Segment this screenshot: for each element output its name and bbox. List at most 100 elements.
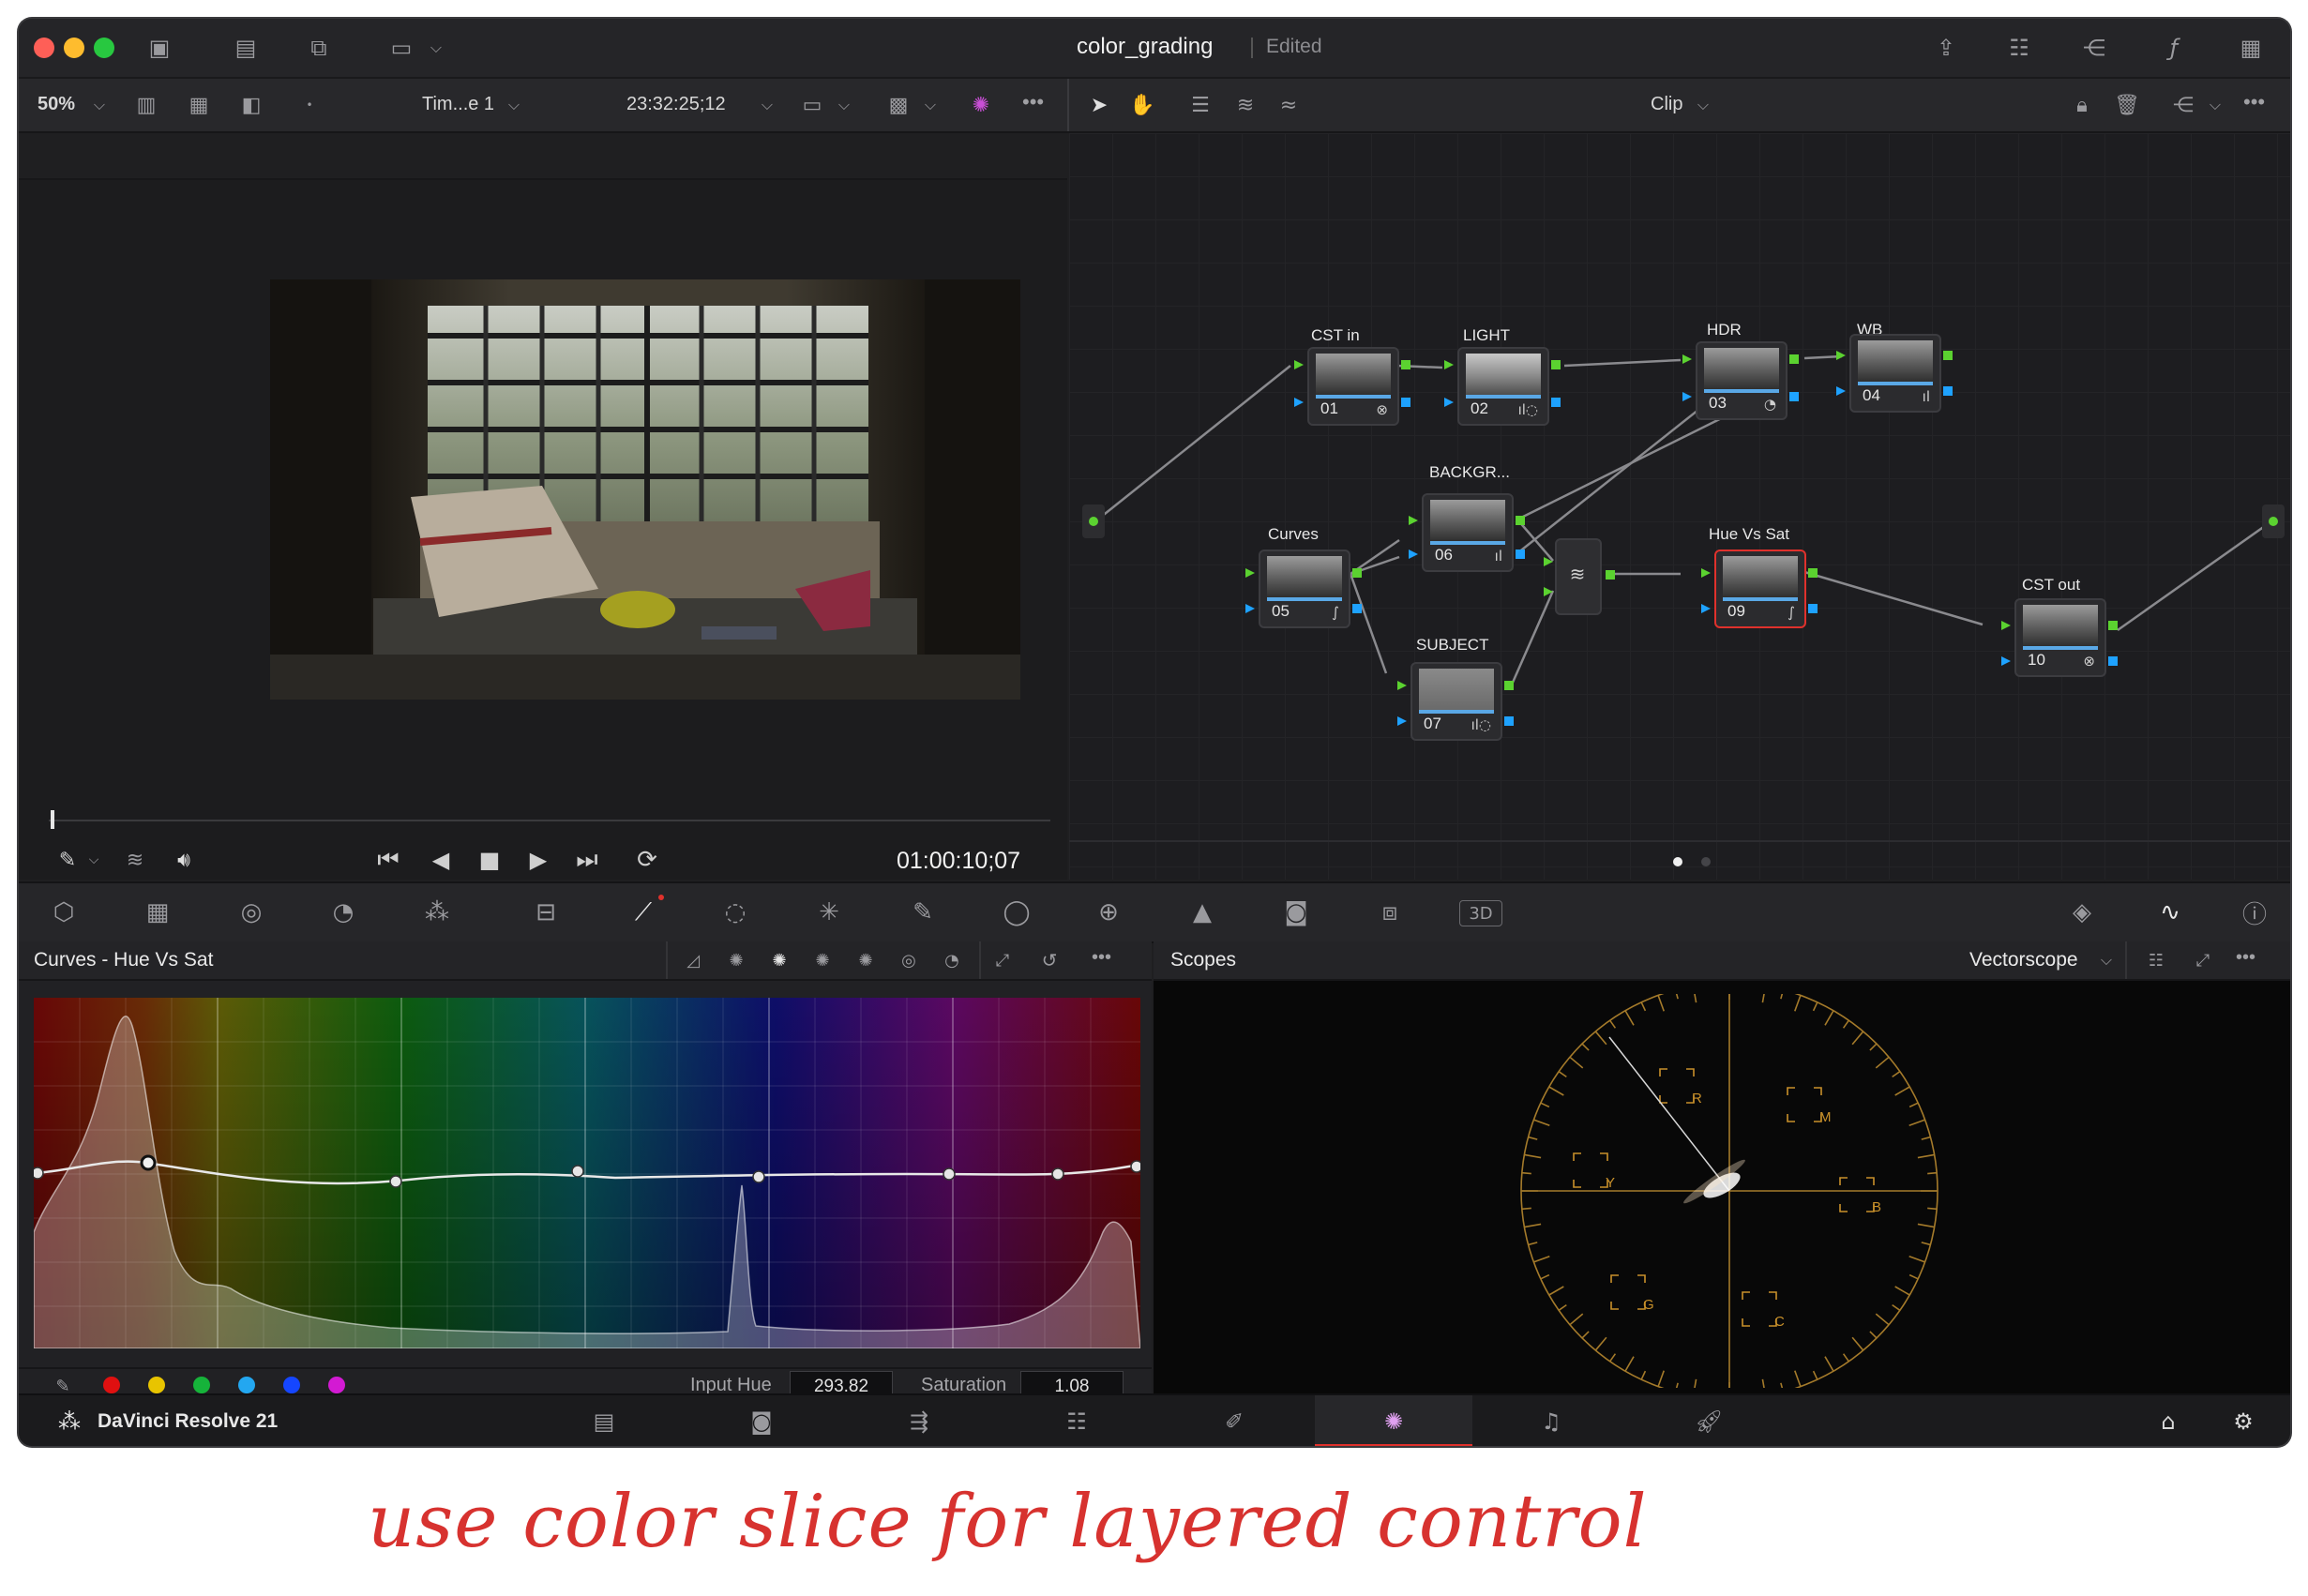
keyframes-diamond-icon[interactable]: ◈	[2061, 895, 2103, 930]
wipe-icon[interactable]: ◧	[234, 90, 268, 120]
node-key-output-pin[interactable]	[2108, 656, 2118, 666]
lock-icon[interactable]: 🔒︎	[2065, 90, 2099, 120]
media-pool-icon[interactable]: ▣	[141, 32, 178, 64]
node-curves[interactable]: 05 ∫	[1259, 550, 1350, 628]
timeline-name[interactable]: Tim...e 1	[422, 94, 494, 115]
node-output-pin[interactable]	[2108, 621, 2118, 630]
node-wb[interactable]: 04 ıl	[1849, 334, 1941, 413]
blue-swatch[interactable]	[283, 1377, 300, 1393]
zoom-window-button[interactable]	[94, 38, 114, 58]
settings-gear-icon[interactable]: ⚙	[2225, 1405, 2262, 1438]
magic-mask-icon[interactable]: ▲	[1182, 895, 1223, 930]
safe-area-chevron-icon[interactable]: ⌵	[833, 92, 855, 118]
cyan-swatch[interactable]	[238, 1377, 255, 1393]
node-key-output-pin[interactable]	[1401, 398, 1410, 407]
curves-icon[interactable]: ⟋	[623, 895, 664, 930]
chevron-down-icon[interactable]: ⌵	[424, 34, 448, 62]
hue-vs-hue-icon[interactable]: ✺	[722, 947, 750, 973]
hdr-monitor-icon[interactable]: ▩	[882, 90, 915, 120]
node-subject[interactable]: 07 ıl◌	[1410, 662, 1502, 741]
magenta-swatch[interactable]	[328, 1377, 345, 1393]
close-window-button[interactable]	[34, 38, 54, 58]
color-page-icon[interactable]: ✺	[1373, 1405, 1414, 1438]
node-hdr[interactable]: 03 ◔	[1696, 341, 1788, 420]
fairlight-page-icon[interactable]: ♫	[1531, 1405, 1572, 1438]
color-picker-tool-icon[interactable]: ✺	[964, 90, 998, 120]
volume-icon[interactable]: 🔊︎	[169, 844, 199, 876]
luts-icon[interactable]: ⧉	[300, 32, 338, 64]
keyframes-icon[interactable]: ▦	[2232, 32, 2270, 64]
mixer-output-pin[interactable]	[1606, 570, 1615, 580]
media-page-icon[interactable]: ▤	[583, 1405, 625, 1438]
viewer-more-button[interactable]: •••	[1022, 90, 1044, 114]
single-viewer-icon[interactable]: ▥	[129, 90, 163, 120]
viewer-frame[interactable]	[270, 279, 1020, 700]
node-more-button[interactable]: •••	[2243, 90, 2265, 114]
color-match-icon[interactable]: ▦	[137, 895, 178, 930]
minimize-window-button[interactable]	[64, 38, 84, 58]
sat-vs-lum-icon[interactable]: ◔	[938, 947, 966, 973]
loop-icon[interactable]: ⟳	[628, 842, 666, 878]
hdr-icon[interactable]: ◔	[323, 895, 364, 930]
node-stack-icon[interactable]: ☰	[1184, 90, 1217, 120]
green-swatch[interactable]	[193, 1377, 210, 1393]
color-warper-grid-icon[interactable]: ✳	[808, 895, 850, 930]
eyedropper-chevron-icon[interactable]: ⌵	[84, 846, 103, 874]
node-output-pin[interactable]	[1504, 681, 1514, 690]
scope-expand-icon[interactable]: ⤢	[2189, 947, 2217, 973]
clips-icon[interactable]: ▭	[383, 32, 420, 64]
motion-effects-icon[interactable]: ⊟	[525, 895, 566, 930]
node-output-pin[interactable]	[1551, 360, 1561, 369]
scopes-more-button[interactable]: •••	[2236, 947, 2255, 969]
node-output-pin[interactable]	[1401, 360, 1410, 369]
rgb-mixer-icon[interactable]: ⁂	[416, 895, 458, 930]
node-output-pin[interactable]	[1943, 351, 1953, 360]
fusion-page-icon[interactable]: ☷	[1056, 1405, 1097, 1438]
zoom-chevron-icon[interactable]: ⌵	[88, 92, 111, 118]
play-icon[interactable]: ▶	[520, 842, 557, 878]
node-graph-icon[interactable]: ⋲	[2166, 90, 2200, 120]
eyedropper-icon[interactable]: ✎	[53, 844, 83, 876]
deliver-page-icon[interactable]: 🚀︎	[1688, 1405, 1729, 1438]
camera-raw-icon[interactable]: ⬡	[43, 895, 84, 930]
share-icon[interactable]: ⇪	[1927, 32, 1965, 64]
zoom-level[interactable]: 50%	[38, 94, 75, 115]
edit-page-icon[interactable]: ⇶	[898, 1405, 940, 1438]
lum-vs-sat-icon[interactable]: ✺	[852, 947, 880, 973]
scrub-track[interactable]	[49, 820, 1050, 821]
home-icon[interactable]: ⌂	[2150, 1405, 2187, 1438]
pointer-tool-icon[interactable]: ➤	[1082, 90, 1116, 120]
node-mode-label[interactable]: Clip	[1651, 94, 1682, 115]
node-output-pin[interactable]	[1516, 516, 1525, 525]
expand-icon[interactable]: ⤢	[988, 947, 1017, 973]
trash-icon[interactable]: 🗑︎	[2110, 90, 2144, 120]
qualifier-icon[interactable]: ✎	[902, 895, 943, 930]
scope-type-chevron-icon[interactable]: ⌵	[2095, 947, 2118, 973]
yellow-swatch[interactable]	[148, 1377, 165, 1393]
fairlight-wand-icon[interactable]: ✐	[1214, 1405, 1255, 1438]
scopes-icon[interactable]: ∿	[2150, 895, 2191, 930]
page-dot-active[interactable]	[1673, 857, 1682, 866]
nodes-icon[interactable]: ⋲	[2075, 32, 2113, 64]
node-key-output-pin[interactable]	[1504, 716, 1514, 726]
play-reverse-icon[interactable]: ◀	[422, 842, 460, 878]
page-dot[interactable]	[1701, 857, 1711, 866]
hand-tool-icon[interactable]: ✋	[1125, 90, 1159, 120]
info-icon[interactable]: ⓘ	[2234, 895, 2275, 930]
node-key-output-pin[interactable]	[1789, 392, 1799, 401]
node-key-output-pin[interactable]	[1551, 398, 1561, 407]
blur-icon[interactable]: ◙	[1275, 895, 1317, 930]
hue-vs-lum-icon[interactable]: ✺	[808, 947, 837, 973]
go-to-end-icon[interactable]: ⏭	[568, 842, 606, 878]
node-output-pin[interactable]	[1352, 568, 1362, 578]
node-background[interactable]: 06 ıl	[1422, 493, 1514, 572]
node-mode-chevron-icon[interactable]: ⌵	[1692, 92, 1714, 118]
node-light[interactable]: 02 ıl◌	[1457, 347, 1549, 426]
node-key-output-pin[interactable]	[1352, 604, 1362, 613]
safe-area-icon[interactable]: ▭	[795, 90, 829, 120]
scope-settings-icon[interactable]: ☷	[2142, 947, 2170, 973]
stop-icon[interactable]: ■	[471, 842, 508, 878]
reset-icon[interactable]: ↺	[1035, 947, 1063, 973]
node-hue-vs-sat[interactable]: 09 ∫	[1714, 550, 1806, 628]
node-key-output-pin[interactable]	[1516, 550, 1525, 559]
